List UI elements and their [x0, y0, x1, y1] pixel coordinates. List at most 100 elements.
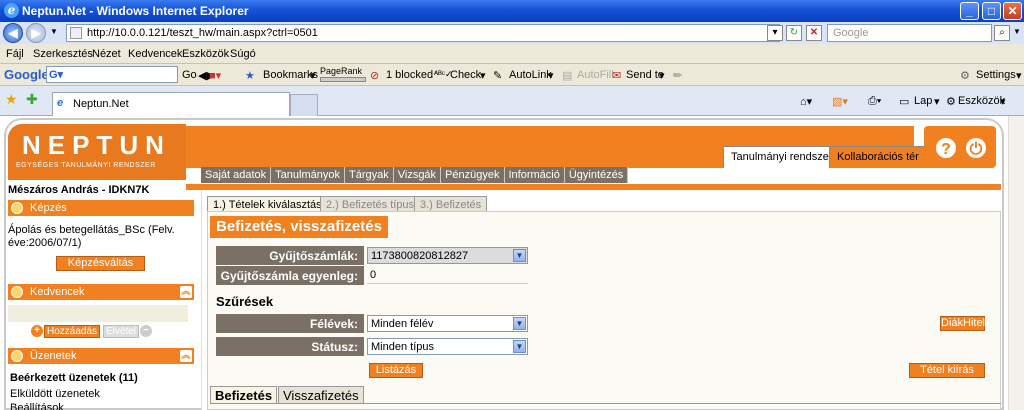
browser-tab-neptun[interactable]: e Neptun.Net	[52, 92, 290, 116]
collapse-up-icon[interactable]: ︽	[180, 350, 192, 362]
menu-informacio[interactable]: Információ	[505, 167, 565, 183]
autolink-dropdown-icon[interactable]: ▾	[548, 69, 554, 82]
menu-bar: Fájl Szerkesztés Nézet Kedvencek Eszközö…	[0, 44, 1024, 64]
popup-blocked-count[interactable]: 1 blocked	[386, 69, 433, 81]
listazas-button[interactable]: Listázás	[369, 363, 423, 378]
kedvencek-list	[8, 305, 188, 322]
menu-targyak[interactable]: Tárgyak	[345, 167, 394, 183]
statusz-select[interactable]: Minden típus ▼	[367, 338, 528, 355]
tab-tanulmanyi-rendszer[interactable]: Tanulmányi rendszer	[723, 146, 841, 168]
tetel-kiiras-button[interactable]: Tétel kiírás	[909, 363, 985, 378]
chevron-down-icon[interactable]: ▼	[513, 249, 526, 262]
kedvencek-header: Kedvencek ︽	[8, 284, 194, 300]
menu-file[interactable]: Fájl	[6, 48, 24, 60]
felevek-value: Minden félév	[371, 318, 434, 330]
felevek-select[interactable]: Minden félév ▼	[367, 315, 528, 332]
kepzesvaltas-button[interactable]: Képzésváltás	[56, 256, 145, 271]
elkuldott-link[interactable]: Elküldött üzenetek	[10, 388, 100, 400]
menu-sajat-adatok[interactable]: Saját adatok	[201, 167, 272, 183]
tab-visszafizetes[interactable]: Visszafizetés	[278, 386, 364, 404]
bookmarks-star-icon[interactable]: ★	[245, 69, 255, 82]
check-dropdown-icon[interactable]: ▾	[480, 69, 486, 82]
back-button[interactable]: ◀	[3, 23, 23, 43]
menu-tanulmanyok[interactable]: Tanulmányok	[271, 167, 345, 183]
minimize-button[interactable]: _	[960, 2, 979, 20]
page-title: Befizetés, visszafizetés	[210, 216, 388, 238]
elvetel-button[interactable]: Elvétel	[103, 325, 139, 338]
address-input[interactable]: http://10.0.0.121/teszt_hw/main.aspx?ctr…	[66, 24, 780, 42]
remove-icon[interactable]: −	[140, 325, 152, 337]
smiley-icon	[11, 286, 23, 298]
beerkezett-link[interactable]: Beérkezett üzenetek (11)	[10, 372, 138, 384]
autofill-button[interactable]: AutoFill	[577, 69, 614, 81]
search-options-icon[interactable]: ▼	[1013, 27, 1021, 36]
menu-tools[interactable]: Eszközök	[182, 48, 229, 60]
pagerank-indicator[interactable]: PageRank	[320, 66, 362, 76]
forward-button[interactable]: ▶	[26, 23, 46, 43]
uzenetek-header-label: Üzenetek	[30, 350, 77, 362]
google-logo: Google	[4, 67, 49, 82]
ie-logo-icon: e	[4, 3, 19, 18]
toolbar-color-icon[interactable]: ■▾	[209, 69, 221, 82]
history-dropdown-icon[interactable]: ▼	[50, 27, 58, 36]
search-icon[interactable]: ⌕	[994, 25, 1010, 41]
tools-menu-button[interactable]: Eszközök	[958, 95, 1005, 107]
check-button[interactable]: Check	[450, 69, 481, 81]
help-icon[interactable]: ?	[934, 136, 958, 160]
add-icon[interactable]: +	[31, 325, 43, 337]
power-icon[interactable]: ⏻	[964, 136, 988, 160]
settings-icon: ⚙	[960, 70, 970, 82]
favorites-star-icon[interactable]: ★	[5, 91, 18, 108]
settings-dropdown-icon[interactable]: ▾	[1016, 69, 1022, 82]
stop-icon[interactable]: ✕	[806, 25, 822, 41]
autolink-button[interactable]: AutoLink	[509, 69, 552, 81]
address-url: http://10.0.0.121/teszt_hw/main.aspx?ctr…	[87, 27, 318, 39]
tab-befizetes[interactable]: Befizetés	[210, 386, 278, 404]
feeds-icon[interactable]: ▧▾	[832, 95, 848, 108]
tab-kollaboracios-ter[interactable]: Kollaborációs tér	[829, 146, 927, 168]
google-search-input[interactable]: G▾	[46, 66, 178, 83]
menu-favorites[interactable]: Kedvencek	[128, 48, 182, 60]
befizetes-panel	[207, 211, 1001, 410]
google-g-icon: G▾	[49, 69, 64, 81]
menu-penzugyek[interactable]: Pénzügyek	[441, 167, 505, 183]
new-tab-button[interactable]	[290, 94, 318, 116]
chevron-down-icon[interactable]: ▼	[513, 340, 526, 353]
menu-help[interactable]: Súgó	[230, 48, 256, 60]
kepzes-header: Képzés	[8, 200, 194, 216]
home-icon[interactable]: ⌂▾	[800, 95, 812, 108]
menu-vizsgak[interactable]: Vizsgák	[394, 167, 442, 183]
help-power-box: ? ⏻	[924, 126, 996, 168]
tools-menu-dropdown-icon[interactable]: ▾	[1000, 95, 1006, 108]
maximize-button[interactable]: □	[982, 2, 1001, 20]
send-to-dropdown-icon[interactable]: ▾	[659, 69, 665, 82]
highlighter-icon[interactable]: ✏	[673, 69, 682, 82]
bookmarks-dropdown-icon[interactable]: ▾	[310, 69, 316, 82]
search-input[interactable]: Google	[827, 24, 992, 42]
menu-edit[interactable]: Szerkesztés	[33, 48, 93, 60]
beallitasok-link[interactable]: Beállítások	[10, 402, 64, 410]
settings-button[interactable]: Settings	[976, 69, 1016, 81]
menu-ugyintezes[interactable]: Ügyintézés	[565, 167, 629, 183]
kepzes-header-label: Képzés	[30, 202, 67, 214]
popup-blocker-icon: ⊘	[370, 70, 380, 82]
page-menu-dropdown-icon[interactable]: ▾	[934, 95, 940, 108]
vertical-scrollbar[interactable]	[1008, 116, 1024, 410]
title-bar: e Neptun.Net - Windows Internet Explorer…	[0, 0, 1024, 22]
close-button[interactable]: ✕	[1003, 2, 1022, 20]
menu-view[interactable]: Nézet	[92, 48, 121, 60]
collapse-up-icon[interactable]: ︽	[180, 286, 192, 298]
uzenetek-header: Üzenetek ︽	[8, 348, 194, 364]
diakhitel-button[interactable]: DiákHitel	[940, 316, 985, 331]
address-dropdown-icon[interactable]: ▾	[767, 25, 783, 41]
google-toolbar: Google G▾ Go ◀▶ ■▾ ★ Bookmarks ▾ PageRan…	[0, 64, 1024, 86]
page-menu-button[interactable]: Lap	[914, 95, 932, 107]
send-to-icon: ✉	[612, 70, 622, 82]
print-icon[interactable]: ⎙▾	[868, 95, 881, 108]
hozzaadas-button[interactable]: Hozzáadás	[44, 325, 100, 338]
add-favorites-icon[interactable]: ✚	[26, 91, 38, 108]
go-button[interactable]: Go	[182, 69, 197, 81]
refresh-icon[interactable]: ↻	[786, 25, 802, 41]
chevron-down-icon[interactable]: ▼	[513, 317, 526, 330]
gyujtoszamlak-select[interactable]: 1173800820812827 ▼	[367, 247, 528, 264]
